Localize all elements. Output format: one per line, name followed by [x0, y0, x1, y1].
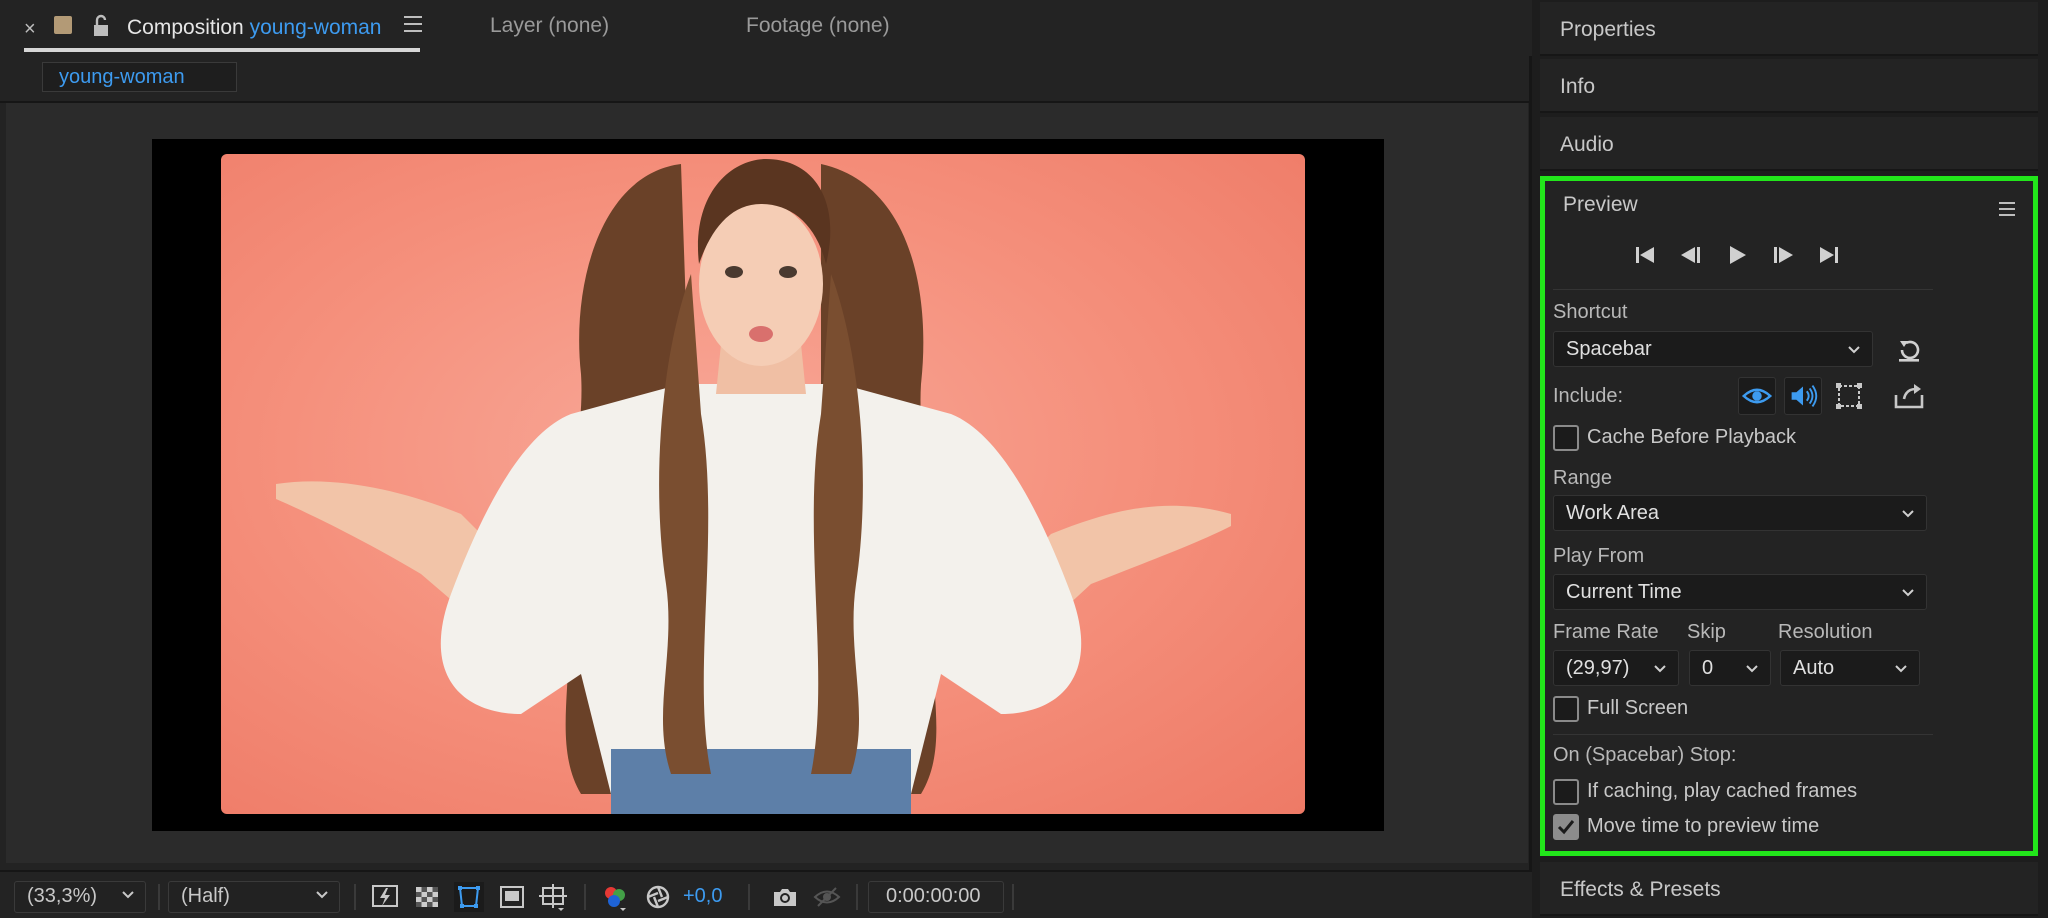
chevron-down-icon: [1902, 510, 1914, 518]
info-panel-header[interactable]: Info: [1540, 59, 2038, 113]
chevron-down-icon: [1746, 665, 1758, 673]
tab-layer[interactable]: Layer (none): [490, 14, 609, 38]
divider: [856, 884, 858, 910]
cache-before-playback-label: Cache Before Playback: [1587, 426, 1797, 448]
play-from-label: Play From: [1553, 545, 1645, 567]
woman-illustration: [276, 159, 1231, 814]
exposure-value[interactable]: +0,0: [683, 885, 722, 908]
on-stop-label: On (Spacebar) Stop:: [1553, 744, 1737, 766]
composition-breadcrumb[interactable]: young-woman: [42, 62, 237, 92]
export-icon[interactable]: [1890, 377, 1928, 415]
close-tab-icon[interactable]: ×: [24, 18, 36, 41]
first-frame-icon[interactable]: [1627, 237, 1663, 273]
tab-composition[interactable]: × Composition young-woman: [24, 0, 422, 52]
panel-menu-icon[interactable]: [1999, 202, 2015, 220]
chevron-down-icon: [122, 891, 134, 899]
move-time-label: Move time to preview time: [1587, 815, 1820, 837]
frame-rate-dropdown[interactable]: (29,97): [1553, 650, 1679, 686]
right-panel-column: Properties Info Audio Preview Shortcut S…: [1535, 0, 2048, 918]
skip-dropdown[interactable]: 0: [1689, 650, 1771, 686]
include-label: Include:: [1553, 385, 1624, 407]
move-time-checkbox[interactable]: [1553, 814, 1579, 840]
play-from-value: Current Time: [1566, 581, 1682, 603]
reset-icon[interactable]: [1894, 335, 1924, 365]
chevron-down-icon: [316, 891, 328, 899]
audio-panel-header[interactable]: Audio: [1540, 117, 2038, 171]
magnification-dropdown[interactable]: (33,3%): [14, 881, 146, 913]
shortcut-dropdown[interactable]: Spacebar: [1553, 331, 1873, 367]
frame-rate-value: (29,97): [1566, 657, 1630, 679]
composition-panel: × Composition young-woman Layer (none) F…: [0, 0, 1532, 918]
composition-tab-bar: × Composition young-woman Layer (none) F…: [0, 0, 1532, 56]
current-time-display[interactable]: 0:00:00:00: [868, 881, 1004, 913]
grid-guides-icon[interactable]: [538, 882, 568, 912]
resolution-label: Resolution: [1778, 621, 1873, 643]
composition-viewer[interactable]: [6, 103, 1528, 863]
viewer-toolbar: (33,3%) (Half) +0,0 0:00:00:00: [0, 870, 1532, 918]
divider: [1553, 289, 1933, 290]
divider: [584, 884, 586, 910]
fast-previews-icon[interactable]: [370, 882, 400, 912]
composition-frame: [152, 139, 1384, 831]
frame-rate-label: Frame Rate: [1553, 621, 1659, 643]
range-label: Range: [1553, 467, 1612, 489]
region-of-interest-icon[interactable]: [497, 882, 527, 912]
if-caching-checkbox[interactable]: [1553, 779, 1579, 805]
play-from-dropdown[interactable]: Current Time: [1553, 574, 1927, 610]
magnification-value: (33,3%): [27, 885, 98, 907]
divider: [158, 884, 160, 910]
range-dropdown[interactable]: Work Area: [1553, 495, 1927, 531]
mask-visibility-icon[interactable]: [454, 882, 484, 912]
play-icon[interactable]: [1719, 237, 1755, 273]
portrait-photo: [221, 154, 1305, 814]
cache-before-playback-checkbox[interactable]: [1553, 425, 1579, 451]
resolution-dropdown[interactable]: (Half): [168, 881, 340, 913]
divider: [354, 884, 356, 910]
label-color-swatch-icon[interactable]: [54, 16, 72, 34]
full-screen-label: Full Screen: [1587, 697, 1689, 719]
camera-snapshot-icon[interactable]: [770, 882, 800, 912]
composition-tab-prefix: Composition: [127, 16, 244, 39]
unlock-icon[interactable]: [90, 14, 112, 38]
skip-value: 0: [1702, 657, 1714, 679]
color-management-icon[interactable]: [643, 882, 673, 912]
chevron-down-icon: [1895, 665, 1907, 673]
include-overlays-icon[interactable]: [1830, 377, 1868, 415]
properties-panel-header[interactable]: Properties: [1540, 2, 2038, 56]
preview-panel: Preview Shortcut Spacebar Include: Cache…: [1540, 176, 2038, 856]
last-frame-icon[interactable]: [1811, 237, 1847, 273]
divider: [1553, 734, 1933, 735]
range-value: Work Area: [1566, 502, 1659, 524]
include-video-eye-icon[interactable]: [1738, 377, 1776, 415]
effects-presets-panel-header[interactable]: Effects & Presets: [1540, 862, 2038, 916]
panel-menu-icon[interactable]: [404, 16, 422, 37]
divider: [1012, 884, 1014, 910]
checkmark-icon: [1557, 820, 1575, 835]
resolution-value: (Half): [181, 885, 230, 907]
preview-panel-title: Preview: [1563, 193, 1638, 216]
resolution-preview-value: Auto: [1793, 657, 1835, 679]
show-snapshot-icon[interactable]: [812, 882, 842, 912]
if-caching-label: If caching, play cached frames: [1587, 780, 1858, 802]
chevron-down-icon: [1902, 589, 1914, 597]
skip-label: Skip: [1687, 621, 1726, 643]
tab-footage[interactable]: Footage (none): [746, 14, 890, 38]
composition-tab-title: Composition young-woman: [127, 16, 381, 40]
shortcut-label: Shortcut: [1553, 301, 1628, 323]
full-screen-checkbox[interactable]: [1553, 696, 1579, 722]
chevron-down-icon: [1848, 346, 1860, 354]
shortcut-value: Spacebar: [1566, 338, 1652, 360]
transparency-grid-icon[interactable]: [412, 882, 442, 912]
resolution-preview-dropdown[interactable]: Auto: [1780, 650, 1920, 686]
channel-rgb-icon[interactable]: [600, 882, 630, 912]
next-frame-icon[interactable]: [1765, 237, 1801, 273]
previous-frame-icon[interactable]: [1673, 237, 1709, 273]
chevron-down-icon: [1654, 665, 1666, 673]
divider: [748, 884, 750, 910]
include-audio-speaker-icon[interactable]: [1784, 377, 1822, 415]
composition-tab-name: young-woman: [249, 16, 382, 39]
